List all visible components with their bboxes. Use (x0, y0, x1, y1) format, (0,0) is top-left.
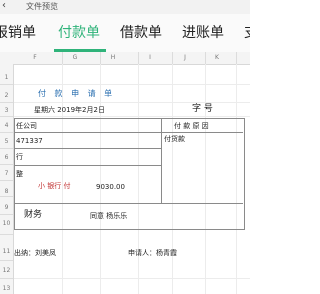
column-label[interactable]: H (108, 54, 118, 61)
column-header: F G H I J K (0, 52, 250, 65)
row-label[interactable]: 2 (0, 92, 13, 99)
tab-reimbursement[interactable]: 报销单 (0, 14, 36, 52)
row-label[interactable]: 1 (0, 74, 13, 81)
form-date: 星期六 2019年2月2日 (34, 106, 105, 114)
form-title: 付 款 申 请 单 (38, 89, 116, 98)
payee-bank[interactable]: 行 (16, 153, 23, 162)
column-label[interactable]: J (180, 54, 190, 61)
purpose-value[interactable]: 付货款 (164, 135, 185, 144)
payee-company[interactable]: 任公司 (16, 122, 37, 131)
column-label[interactable]: F (30, 54, 40, 61)
finance-label: 财务 (24, 210, 43, 220)
finance-approval[interactable]: 同意 杨乐乐 (90, 212, 127, 221)
tab-payment[interactable]: 付款单 (58, 14, 100, 52)
row-label[interactable]: 10 (0, 220, 13, 227)
purpose-header: 付 款 原 因 (174, 122, 209, 130)
row-label[interactable]: 3 (0, 107, 13, 114)
row-label[interactable]: 11 (0, 248, 13, 255)
column-label[interactable]: K (212, 54, 222, 61)
amount-value[interactable]: 9030.00 (96, 183, 125, 192)
row-label[interactable]: 9 (0, 204, 13, 211)
tab-loan[interactable]: 借款单 (120, 14, 162, 52)
applicant[interactable]: 申请人：杨青霞 (128, 249, 177, 258)
form-number-label: 字 号 (192, 104, 213, 114)
amount-caps-label: 小 银行 付 (38, 182, 71, 190)
amount-words[interactable]: 整 (16, 170, 23, 179)
column-label[interactable]: G (70, 54, 80, 61)
cashier[interactable]: 出纳：刘美凤 (14, 249, 56, 258)
tab-deposit[interactable]: 进账单 (182, 14, 224, 52)
spreadsheet-view[interactable]: F G H I J K 1 2 3 4 5 6 7 8 9 10 11 12 1… (0, 52, 250, 294)
payee-account[interactable]: 471337 (16, 137, 43, 146)
row-label[interactable]: 5 (0, 138, 13, 145)
title-bar: ‹ 文件预览 (0, 0, 250, 14)
row-label[interactable]: 13 (0, 285, 13, 292)
sheet-tab-bar: 报销单 付款单 借款单 进账单 支 (0, 14, 250, 53)
back-arrow-icon[interactable]: ‹ (2, 1, 6, 11)
row-label[interactable]: 7 (0, 170, 13, 177)
row-label[interactable]: 8 (0, 188, 13, 195)
form-table (14, 118, 245, 230)
row-label[interactable]: 12 (0, 267, 13, 274)
window-title: 文件预览 (26, 2, 58, 11)
row-label[interactable]: 4 (0, 122, 13, 129)
row-header: 1 2 3 4 5 6 7 8 9 10 11 12 13 (0, 64, 14, 294)
column-label[interactable]: I (145, 54, 155, 61)
tab-partial[interactable]: 支 (244, 14, 250, 52)
row-label[interactable]: 6 (0, 154, 13, 161)
